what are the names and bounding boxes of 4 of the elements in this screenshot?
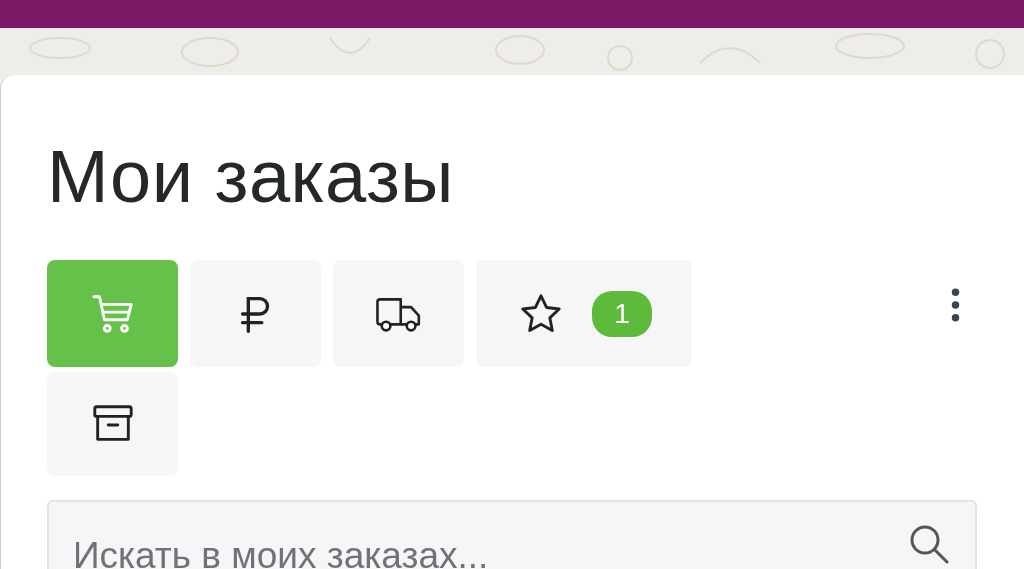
page-title: Мои заказы (47, 134, 456, 220)
count-badge: 1 (592, 290, 652, 337)
search-field[interactable]: Искать в моих заказах... (47, 500, 977, 569)
filter-tab[interactable]: 1 (476, 260, 692, 367)
